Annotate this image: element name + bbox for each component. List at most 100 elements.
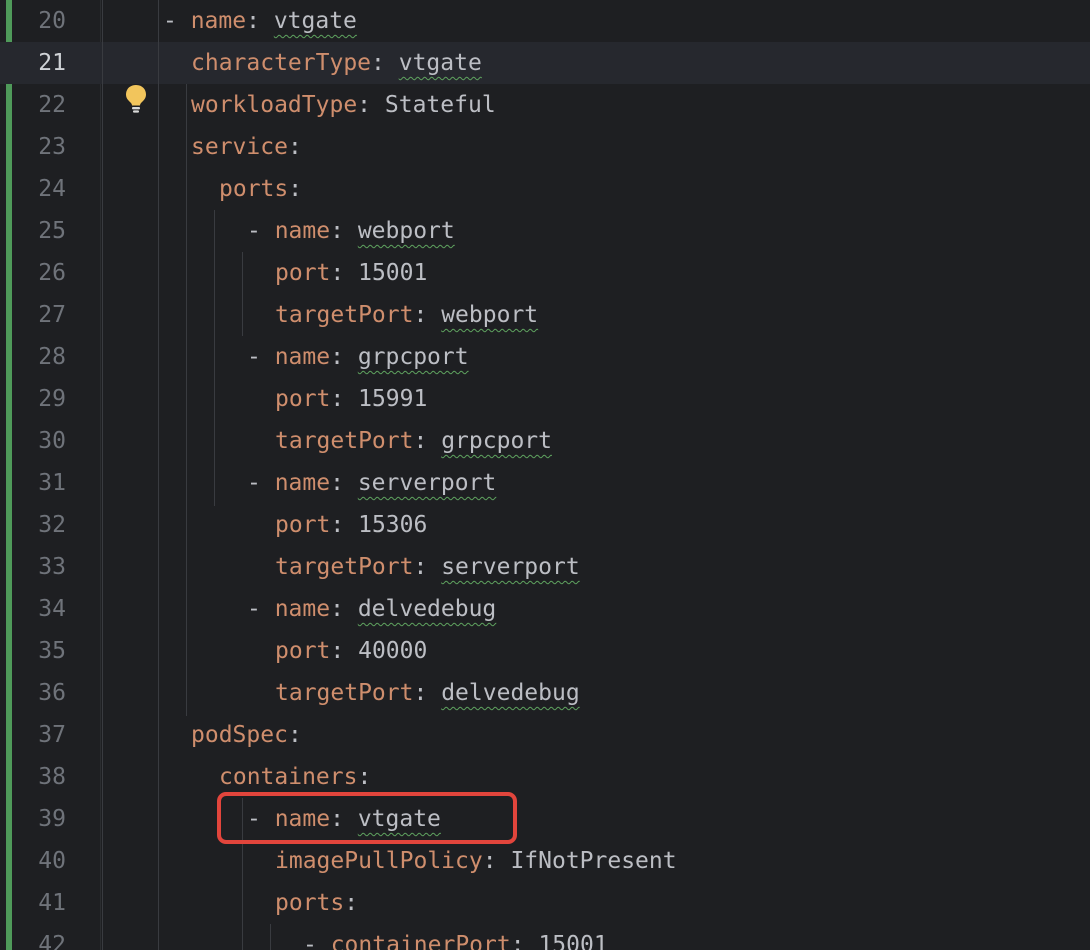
code-line[interactable]: 35 port: 40000 [0,630,1090,672]
code-line[interactable]: 29 port: 15991 [0,378,1090,420]
line-number: 24 [38,176,66,202]
line-number: 32 [38,512,66,538]
code-text[interactable]: characterType: vtgate [191,42,482,84]
colon: : [413,680,428,706]
code-text[interactable]: targetPort: grpcport [275,420,552,462]
code-line[interactable]: 33 targetPort: serverport [0,546,1090,588]
indent-guide [102,0,103,950]
yaml-key: name [190,8,247,34]
code-line[interactable]: 31 - name: serverport [0,462,1090,504]
code-line[interactable]: 27 targetPort: webport [0,294,1090,336]
yaml-key: targetPort [275,680,414,706]
code-line[interactable]: 26 port: 15001 [0,252,1090,294]
code-line[interactable]: 32 port: 15306 [0,504,1090,546]
code-text[interactable]: targetPort: delvedebug [275,672,580,714]
line-number: 34 [38,596,66,622]
colon: : [482,848,497,874]
yaml-value: 15001 [538,932,608,950]
yaml-value: serverport [441,554,580,580]
line-number: 33 [38,554,66,580]
code-editor[interactable]: 20- name: vtgate 21 characterType: vtgate 2… [0,0,1090,950]
yaml-value: 40000 [358,638,428,664]
colon: : [357,92,372,118]
code-line[interactable]: 24 ports: [0,168,1090,210]
yaml-key: workloadType [191,92,358,118]
code-text[interactable]: - name: vtgate [163,0,357,42]
line-number: 25 [38,218,66,244]
line-number: 30 [38,428,66,454]
yaml-key: ports [275,890,345,916]
yaml-value: 15991 [358,386,428,412]
yaml-value: webport [357,218,455,244]
colon: : [330,344,344,370]
code-line[interactable]: 38 containers: [0,756,1090,798]
yaml-value: IfNotPresent [510,848,677,874]
line-number: 28 [38,344,66,370]
line-number: 29 [38,386,66,412]
indent-guide [214,210,215,506]
code-text[interactable]: workloadType: Stateful [191,84,496,126]
lightbulb-icon[interactable] [124,84,148,114]
list-dash: - [247,218,275,244]
line-number: 26 [38,260,66,286]
code-text[interactable]: ports: [219,168,302,210]
line-number: 21 [38,50,66,76]
code-text[interactable]: port: 15001 [275,252,427,294]
yaml-value: vtgate [398,50,482,76]
code-text[interactable]: port: 40000 [275,630,427,672]
code-text[interactable]: port: 15991 [275,378,427,420]
yaml-value: vtgate [273,8,357,34]
code-line[interactable]: 40 imagePullPolicy: IfNotPresent [0,840,1090,882]
colon: : [287,722,302,748]
code-line[interactable]: 20 - name: vtgate [0,0,1090,42]
code-text[interactable]: - containerPort: 15001 [303,924,608,950]
code-text[interactable]: - name: grpcport [247,336,469,378]
colon: : [330,260,345,286]
code-line[interactable]: 41 ports: [0,882,1090,924]
colon: : [330,638,345,664]
code-line[interactable]: 30 targetPort: grpcport [0,420,1090,462]
code-line[interactable]: 42 - containerPort: 15001 [0,924,1090,950]
list-dash: - [163,8,191,34]
code-text[interactable]: imagePullPolicy: IfNotPresent [275,840,677,882]
colon: : [413,302,428,328]
yaml-key: characterType [191,50,372,76]
code-text[interactable]: targetPort: serverport [275,546,580,588]
line-number: 38 [38,764,66,790]
yaml-value: Stateful [384,92,496,118]
code-text[interactable]: service: [191,126,302,168]
code-text[interactable]: - name: webport [247,210,455,252]
code-text[interactable]: - name: serverport [247,462,496,504]
line-number: 42 [38,932,66,950]
yaml-value: 15306 [358,512,428,538]
code-text[interactable]: targetPort: webport [275,294,538,336]
code-text[interactable]: port: 15306 [275,504,427,546]
colon: : [246,8,260,34]
code-line[interactable]: 21 characterType: vtgate [0,42,1090,84]
line-number: 20 [38,8,66,34]
line-number: 36 [38,680,66,706]
indent-guide [158,0,159,950]
code-line[interactable]: 36 targetPort: delvedebug [0,672,1090,714]
code-text[interactable]: - name: delvedebug [247,588,496,630]
indent-guide [186,84,187,716]
code-line[interactable]: 34 - name: delvedebug [0,588,1090,630]
code-line[interactable]: 39- name: vtgate [0,798,1090,840]
code-line[interactable]: 37 podSpec: [0,714,1090,756]
colon: : [330,470,344,496]
yaml-value: serverport [357,470,497,496]
code-line[interactable]: 28 - name: grpcport [0,336,1090,378]
code-text[interactable]: podSpec: [191,714,302,756]
code-line[interactable]: 22 workloadType: Stateful [0,84,1090,126]
yaml-key: imagePullPolicy [275,848,483,874]
colon: : [344,890,359,916]
yaml-key: targetPort [275,554,414,580]
list-dash: - [303,932,331,950]
code-line[interactable]: 25 - name: webport [0,210,1090,252]
colon: : [357,764,372,790]
yaml-value: delvedebug [441,680,580,706]
code-text[interactable]: ports: [275,882,358,924]
yaml-value: grpcport [357,344,469,370]
yaml-key: targetPort [275,428,414,454]
code-line[interactable]: 23 service: [0,126,1090,168]
